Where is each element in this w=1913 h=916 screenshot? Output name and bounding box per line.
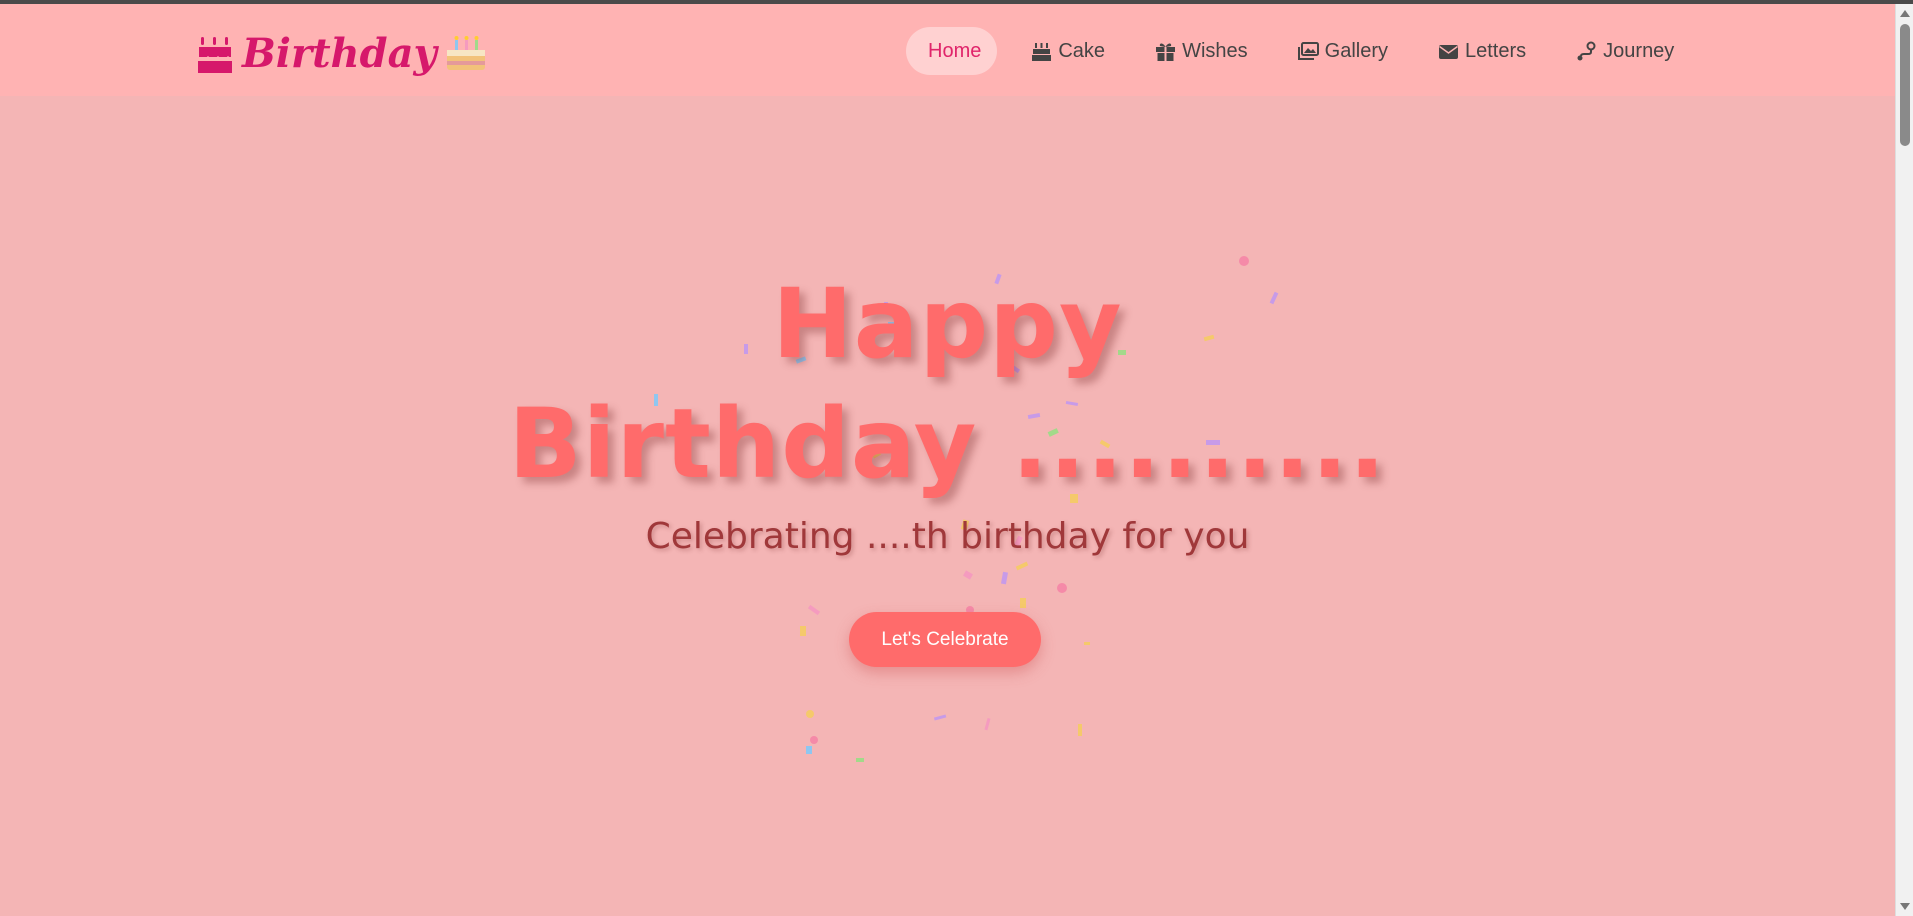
cake-emoji — [446, 35, 485, 70]
envelope-icon — [1439, 44, 1458, 59]
brand-logo[interactable]: Birthday — [196, 30, 489, 77]
nav-item-letters[interactable]: Letters — [1422, 27, 1542, 75]
scroll-thumb[interactable] — [1900, 24, 1910, 146]
nav-item-label: Letters — [1465, 39, 1527, 62]
nav-item-gallery[interactable]: Gallery — [1282, 27, 1404, 75]
scroll-up-arrow-icon[interactable] — [1900, 10, 1910, 17]
nav-item-journey[interactable]: Journey — [1560, 27, 1690, 75]
scroll-down-arrow-icon[interactable] — [1900, 903, 1910, 910]
nav-item-label: Cake — [1058, 39, 1106, 62]
hero-section: Happy Birthday .......... Celebrating ..… — [0, 96, 1895, 916]
navbar: Birthday Home Cake Wishes Gallery Letter… — [0, 4, 1895, 96]
hero-title-line1: Happy — [772, 268, 1123, 380]
route-icon — [1577, 41, 1596, 60]
nav-item-home[interactable]: Home — [906, 27, 998, 75]
nav-item-cake[interactable]: Cake — [1015, 27, 1121, 75]
vertical-scrollbar[interactable] — [1895, 4, 1913, 916]
nav-item-wishes[interactable]: Wishes — [1139, 27, 1264, 75]
nav-item-label: Home — [928, 39, 982, 62]
birthday-cake-icon — [198, 36, 232, 73]
nav-item-label: Gallery — [1324, 39, 1388, 62]
images-icon — [1297, 41, 1319, 60]
main-nav: Home Cake Wishes Gallery Letters Journey — [906, 27, 1708, 75]
cake-icon — [1032, 42, 1052, 61]
hero-subtitle: Celebrating ....th birthday for you — [645, 516, 1250, 557]
hero-title-line2: Birthday .......... — [508, 388, 1387, 500]
gift-icon — [1156, 43, 1176, 61]
nav-item-label: Journey — [1603, 39, 1675, 62]
lets-celebrate-button[interactable]: Let's Celebrate — [849, 612, 1041, 667]
brand-text: Birthday — [242, 30, 437, 77]
confetti-decoration — [654, 256, 1279, 762]
nav-item-label: Wishes — [1182, 39, 1248, 62]
